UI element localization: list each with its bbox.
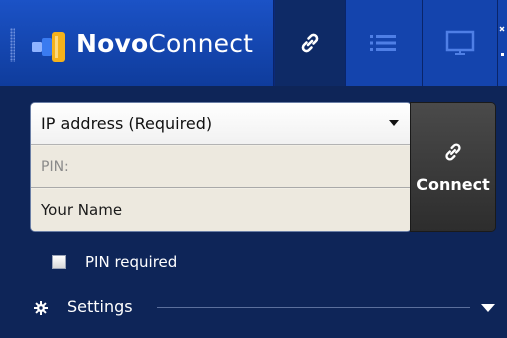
- close-icon: [499, 26, 504, 56]
- tab-users-list[interactable]: [346, 0, 422, 86]
- chevron-down-icon[interactable]: [389, 120, 399, 126]
- connection-form: IP address (Required) PIN: Your Name: [31, 103, 411, 231]
- tab-presentation[interactable]: [423, 0, 497, 86]
- connect-button-label: Connect: [416, 175, 490, 194]
- pin-placeholder: PIN:: [41, 158, 69, 175]
- pin-field[interactable]: PIN:: [31, 146, 411, 188]
- link-icon: [301, 33, 319, 53]
- pin-required-option[interactable]: PIN required: [52, 253, 177, 271]
- gear-icon: [34, 301, 48, 315]
- window-edge-controls[interactable]: [498, 0, 507, 86]
- chevron-down-icon[interactable]: [481, 304, 495, 312]
- link-icon: [445, 143, 461, 161]
- settings-label: Settings: [67, 297, 133, 316]
- settings-divider: [157, 307, 470, 308]
- tab-connect[interactable]: [275, 0, 345, 86]
- drag-grip[interactable]: [10, 28, 15, 62]
- ip-address-dropdown[interactable]: IP address (Required): [31, 103, 411, 145]
- connect-button[interactable]: Connect: [411, 103, 495, 231]
- novoconnect-window: NovoConnect IP address (Required) PIN: Y…: [0, 0, 507, 338]
- app-title: NovoConnect: [76, 29, 254, 58]
- brand-tab[interactable]: NovoConnect: [0, 0, 274, 86]
- pin-required-label: PIN required: [85, 253, 178, 271]
- name-value: Your Name: [41, 201, 123, 219]
- settings-section[interactable]: Settings: [0, 296, 507, 320]
- presentation-icon: [445, 30, 475, 55]
- novoconnect-logo-icon: [32, 32, 65, 62]
- name-field[interactable]: Your Name: [31, 189, 411, 231]
- pin-required-checkbox[interactable]: [52, 255, 66, 269]
- list-icon: [370, 35, 396, 51]
- top-bar: NovoConnect: [0, 0, 507, 86]
- ip-address-placeholder: IP address (Required): [41, 114, 213, 133]
